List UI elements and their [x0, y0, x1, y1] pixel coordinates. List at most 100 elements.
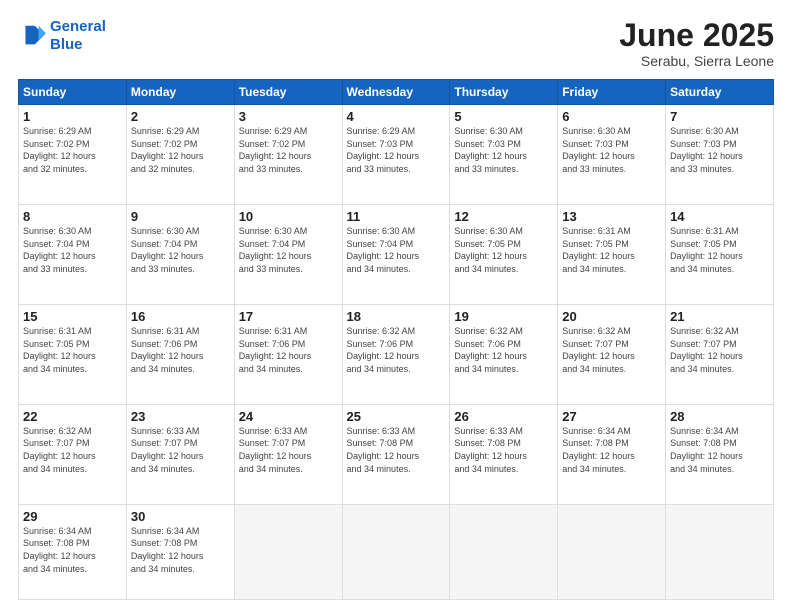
calendar-day: 20Sunrise: 6:32 AM Sunset: 7:07 PM Dayli…: [558, 304, 666, 404]
day-info: Sunrise: 6:30 AM Sunset: 7:04 PM Dayligh…: [23, 225, 122, 275]
day-number: 3: [239, 109, 338, 124]
day-number: 19: [454, 309, 553, 324]
day-number: 15: [23, 309, 122, 324]
calendar-week-4: 29Sunrise: 6:34 AM Sunset: 7:08 PM Dayli…: [19, 504, 774, 599]
day-number: 5: [454, 109, 553, 124]
calendar-day: 23Sunrise: 6:33 AM Sunset: 7:07 PM Dayli…: [126, 404, 234, 504]
day-number: 30: [131, 509, 230, 524]
day-info: Sunrise: 6:30 AM Sunset: 7:03 PM Dayligh…: [562, 125, 661, 175]
calendar-day: 25Sunrise: 6:33 AM Sunset: 7:08 PM Dayli…: [342, 404, 450, 504]
calendar-week-2: 15Sunrise: 6:31 AM Sunset: 7:05 PM Dayli…: [19, 304, 774, 404]
day-number: 16: [131, 309, 230, 324]
day-number: 4: [347, 109, 446, 124]
day-info: Sunrise: 6:32 AM Sunset: 7:07 PM Dayligh…: [23, 425, 122, 475]
day-number: 28: [670, 409, 769, 424]
calendar-week-1: 8Sunrise: 6:30 AM Sunset: 7:04 PM Daylig…: [19, 205, 774, 305]
calendar-day: 12Sunrise: 6:30 AM Sunset: 7:05 PM Dayli…: [450, 205, 558, 305]
day-info: Sunrise: 6:34 AM Sunset: 7:08 PM Dayligh…: [23, 525, 122, 575]
calendar-day: 2Sunrise: 6:29 AM Sunset: 7:02 PM Daylig…: [126, 105, 234, 205]
location: Serabu, Sierra Leone: [619, 53, 774, 69]
day-number: 8: [23, 209, 122, 224]
calendar-day: 14Sunrise: 6:31 AM Sunset: 7:05 PM Dayli…: [666, 205, 774, 305]
day-info: Sunrise: 6:29 AM Sunset: 7:02 PM Dayligh…: [239, 125, 338, 175]
day-info: Sunrise: 6:33 AM Sunset: 7:08 PM Dayligh…: [347, 425, 446, 475]
day-info: Sunrise: 6:29 AM Sunset: 7:02 PM Dayligh…: [131, 125, 230, 175]
day-info: Sunrise: 6:29 AM Sunset: 7:03 PM Dayligh…: [347, 125, 446, 175]
day-number: 18: [347, 309, 446, 324]
day-info: Sunrise: 6:31 AM Sunset: 7:05 PM Dayligh…: [562, 225, 661, 275]
day-info: Sunrise: 6:32 AM Sunset: 7:06 PM Dayligh…: [454, 325, 553, 375]
calendar-day: 19Sunrise: 6:32 AM Sunset: 7:06 PM Dayli…: [450, 304, 558, 404]
day-header-friday: Friday: [558, 80, 666, 105]
logo: General Blue: [18, 18, 106, 54]
calendar-table: SundayMondayTuesdayWednesdayThursdayFrid…: [18, 79, 774, 600]
day-number: 26: [454, 409, 553, 424]
calendar-day: 27Sunrise: 6:34 AM Sunset: 7:08 PM Dayli…: [558, 404, 666, 504]
day-info: Sunrise: 6:33 AM Sunset: 7:07 PM Dayligh…: [131, 425, 230, 475]
day-number: 22: [23, 409, 122, 424]
day-header-tuesday: Tuesday: [234, 80, 342, 105]
logo-icon: [18, 22, 46, 50]
day-header-sunday: Sunday: [19, 80, 127, 105]
day-info: Sunrise: 6:30 AM Sunset: 7:04 PM Dayligh…: [239, 225, 338, 275]
day-info: Sunrise: 6:31 AM Sunset: 7:05 PM Dayligh…: [23, 325, 122, 375]
day-info: Sunrise: 6:32 AM Sunset: 7:06 PM Dayligh…: [347, 325, 446, 375]
day-info: Sunrise: 6:31 AM Sunset: 7:05 PM Dayligh…: [670, 225, 769, 275]
calendar-week-0: 1Sunrise: 6:29 AM Sunset: 7:02 PM Daylig…: [19, 105, 774, 205]
calendar-day: 29Sunrise: 6:34 AM Sunset: 7:08 PM Dayli…: [19, 504, 127, 599]
day-info: Sunrise: 6:30 AM Sunset: 7:03 PM Dayligh…: [670, 125, 769, 175]
page: General Blue June 2025 Serabu, Sierra Le…: [0, 0, 792, 612]
day-info: Sunrise: 6:30 AM Sunset: 7:05 PM Dayligh…: [454, 225, 553, 275]
day-number: 6: [562, 109, 661, 124]
day-info: Sunrise: 6:31 AM Sunset: 7:06 PM Dayligh…: [131, 325, 230, 375]
day-number: 1: [23, 109, 122, 124]
day-number: 29: [23, 509, 122, 524]
calendar-week-3: 22Sunrise: 6:32 AM Sunset: 7:07 PM Dayli…: [19, 404, 774, 504]
calendar-day: [666, 504, 774, 599]
calendar-header-row: SundayMondayTuesdayWednesdayThursdayFrid…: [19, 80, 774, 105]
day-number: 25: [347, 409, 446, 424]
logo-line1: General: [50, 18, 106, 35]
day-info: Sunrise: 6:34 AM Sunset: 7:08 PM Dayligh…: [670, 425, 769, 475]
day-info: Sunrise: 6:34 AM Sunset: 7:08 PM Dayligh…: [131, 525, 230, 575]
day-number: 9: [131, 209, 230, 224]
calendar-day: 16Sunrise: 6:31 AM Sunset: 7:06 PM Dayli…: [126, 304, 234, 404]
calendar-day: 6Sunrise: 6:30 AM Sunset: 7:03 PM Daylig…: [558, 105, 666, 205]
day-info: Sunrise: 6:33 AM Sunset: 7:08 PM Dayligh…: [454, 425, 553, 475]
day-header-thursday: Thursday: [450, 80, 558, 105]
calendar-day: 1Sunrise: 6:29 AM Sunset: 7:02 PM Daylig…: [19, 105, 127, 205]
day-number: 21: [670, 309, 769, 324]
day-info: Sunrise: 6:29 AM Sunset: 7:02 PM Dayligh…: [23, 125, 122, 175]
calendar-day: [450, 504, 558, 599]
day-number: 23: [131, 409, 230, 424]
logo-text: General Blue: [50, 18, 106, 54]
logo-line2: Blue: [50, 36, 83, 53]
calendar-day: 21Sunrise: 6:32 AM Sunset: 7:07 PM Dayli…: [666, 304, 774, 404]
calendar-day: 3Sunrise: 6:29 AM Sunset: 7:02 PM Daylig…: [234, 105, 342, 205]
day-number: 13: [562, 209, 661, 224]
day-info: Sunrise: 6:31 AM Sunset: 7:06 PM Dayligh…: [239, 325, 338, 375]
day-header-wednesday: Wednesday: [342, 80, 450, 105]
day-number: 17: [239, 309, 338, 324]
calendar-day: 9Sunrise: 6:30 AM Sunset: 7:04 PM Daylig…: [126, 205, 234, 305]
day-number: 11: [347, 209, 446, 224]
day-info: Sunrise: 6:34 AM Sunset: 7:08 PM Dayligh…: [562, 425, 661, 475]
day-number: 24: [239, 409, 338, 424]
calendar-day: 26Sunrise: 6:33 AM Sunset: 7:08 PM Dayli…: [450, 404, 558, 504]
calendar-day: [558, 504, 666, 599]
calendar-day: 18Sunrise: 6:32 AM Sunset: 7:06 PM Dayli…: [342, 304, 450, 404]
calendar-day: 13Sunrise: 6:31 AM Sunset: 7:05 PM Dayli…: [558, 205, 666, 305]
day-info: Sunrise: 6:30 AM Sunset: 7:04 PM Dayligh…: [347, 225, 446, 275]
calendar-day: 11Sunrise: 6:30 AM Sunset: 7:04 PM Dayli…: [342, 205, 450, 305]
calendar-day: 30Sunrise: 6:34 AM Sunset: 7:08 PM Dayli…: [126, 504, 234, 599]
calendar-day: 5Sunrise: 6:30 AM Sunset: 7:03 PM Daylig…: [450, 105, 558, 205]
calendar-day: 24Sunrise: 6:33 AM Sunset: 7:07 PM Dayli…: [234, 404, 342, 504]
day-number: 27: [562, 409, 661, 424]
calendar-day: 28Sunrise: 6:34 AM Sunset: 7:08 PM Dayli…: [666, 404, 774, 504]
calendar-day: [342, 504, 450, 599]
day-info: Sunrise: 6:30 AM Sunset: 7:03 PM Dayligh…: [454, 125, 553, 175]
day-header-monday: Monday: [126, 80, 234, 105]
calendar-day: 15Sunrise: 6:31 AM Sunset: 7:05 PM Dayli…: [19, 304, 127, 404]
title-block: June 2025 Serabu, Sierra Leone: [619, 18, 774, 69]
calendar-day: 8Sunrise: 6:30 AM Sunset: 7:04 PM Daylig…: [19, 205, 127, 305]
